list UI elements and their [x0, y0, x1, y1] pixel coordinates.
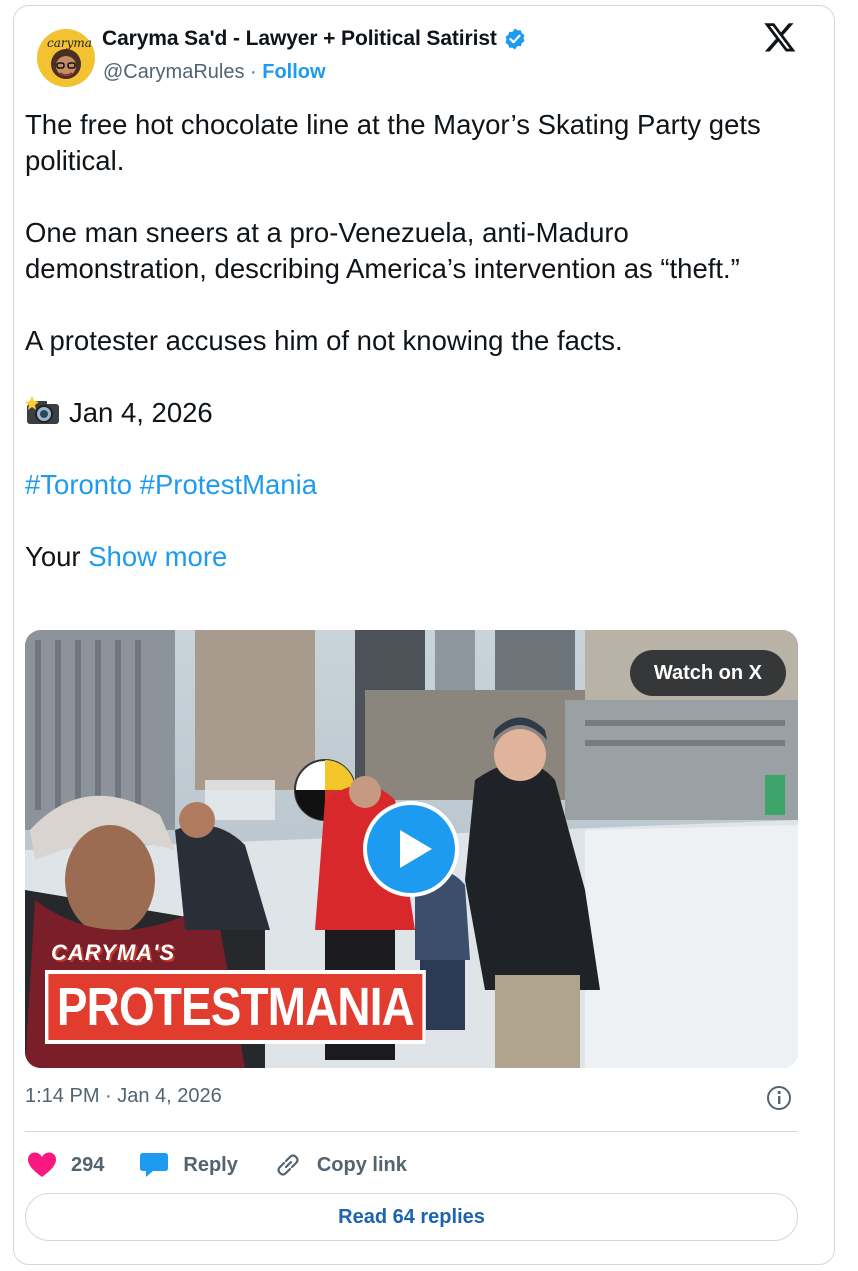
reply-label: Reply: [183, 1153, 238, 1176]
show-more-link[interactable]: Show more: [88, 541, 227, 572]
follow-button[interactable]: Follow: [262, 61, 325, 83]
author-avatar[interactable]: caryma: [30, 22, 102, 94]
tweet-actions: 294 Reply Copy link: [27, 1148, 442, 1182]
x-logo-icon[interactable]: [763, 20, 797, 54]
copy-link-label: Copy link: [316, 1153, 407, 1176]
tweet-timestamp[interactable]: 1:14 PM · Jan 4, 2026: [25, 1085, 222, 1108]
link-icon: [277, 1154, 299, 1176]
copy-link-button[interactable]: Copy link: [273, 1151, 407, 1179]
brand-small-text: CARYMA'S: [51, 940, 176, 965]
tweet-truncated-line: Your Show more: [25, 539, 785, 575]
tweet-paragraph-2: One man sneers at a pro-Venezuela, anti-…: [25, 217, 740, 284]
video-thumbnail[interactable]: Watch on X CARYMA'S PROTESTMANIA: [25, 630, 798, 1068]
hashtag-toronto[interactable]: #Toronto: [25, 469, 132, 500]
handle-separator: ·: [244, 61, 263, 83]
hashtag-protestmania[interactable]: #ProtestMania: [140, 469, 317, 500]
heart-icon: [28, 1152, 56, 1177]
info-icon[interactable]: [765, 1084, 793, 1112]
read-replies-button[interactable]: Read 64 replies: [25, 1193, 798, 1241]
author-handle-row: @CarymaRules · Follow: [103, 61, 326, 84]
tweet-hashtags: #Toronto #ProtestMania: [25, 467, 785, 503]
tweet-date: Jan 4, 2026: [69, 397, 213, 428]
play-icon[interactable]: [362, 800, 460, 898]
reply-button[interactable]: Reply: [139, 1151, 238, 1179]
author-name[interactable]: Caryma Sa'd - Lawyer + Political Satiris…: [102, 27, 497, 51]
svg-text:caryma: caryma: [47, 36, 92, 50]
camera-flash-icon: [25, 396, 59, 424]
divider: [25, 1131, 798, 1132]
protestmania-logo: CARYMA'S PROTESTMANIA: [45, 940, 493, 1044]
like-button[interactable]: 294: [27, 1151, 104, 1179]
reply-bubble-icon: [140, 1153, 169, 1177]
tweet-paragraph-1: The free hot chocolate line at the Mayor…: [25, 109, 761, 176]
watch-on-x-button[interactable]: Watch on X: [629, 650, 786, 696]
author-handle[interactable]: @CarymaRules: [103, 61, 244, 83]
brand-main-text: PROTESTMANIA: [45, 970, 426, 1044]
author-name-row[interactable]: Caryma Sa'd - Lawyer + Political Satiris…: [102, 27, 527, 51]
verified-badge-icon: [505, 28, 525, 50]
tweet-body: The free hot chocolate line at the Mayor…: [25, 107, 785, 575]
truncated-word: Your: [25, 541, 81, 572]
like-count: 294: [71, 1153, 105, 1176]
tweet-date-line: Jan 4, 2026: [25, 395, 785, 431]
tweet-paragraph-3: A protester accuses him of not knowing t…: [25, 325, 623, 356]
